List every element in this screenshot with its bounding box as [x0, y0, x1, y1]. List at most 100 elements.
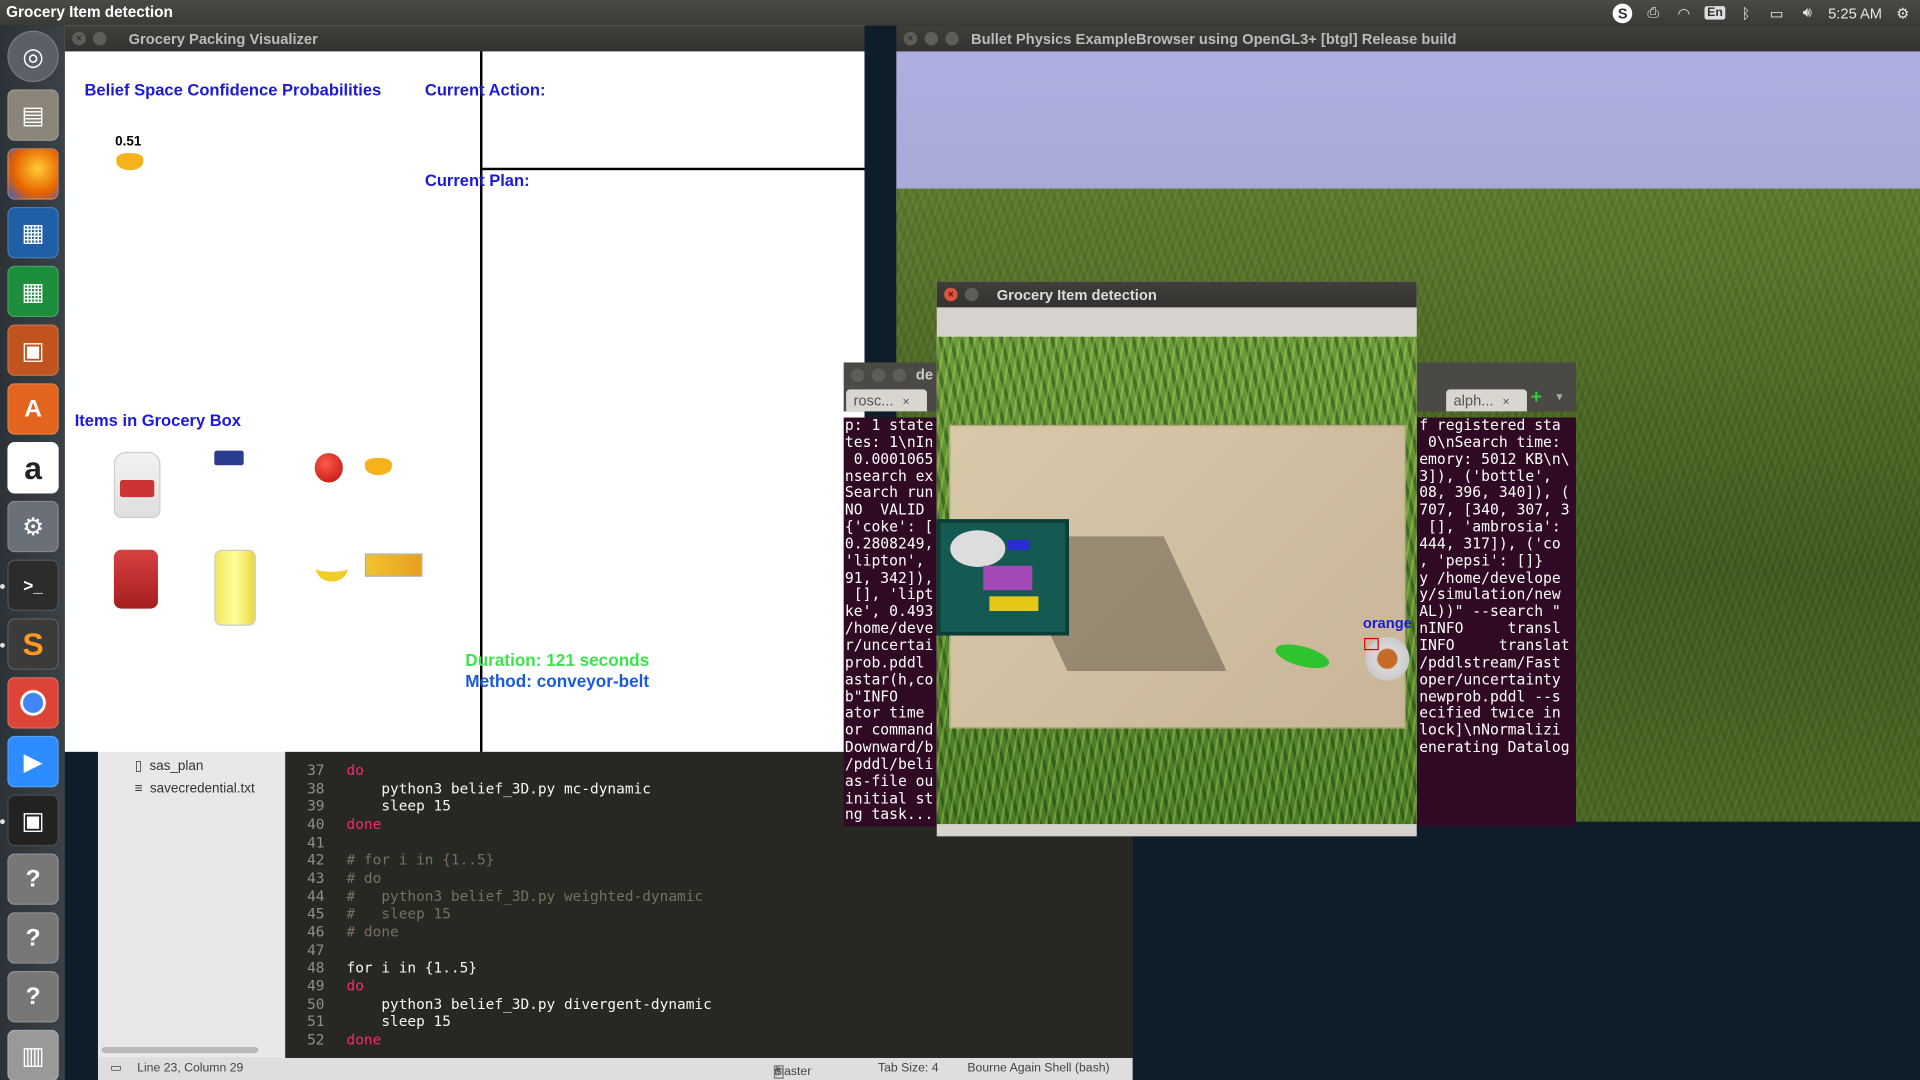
close-icon[interactable]: × — [902, 396, 909, 409]
bluetooth-icon[interactable]: ᛒ — [1736, 4, 1756, 21]
terminal-line: 0\nSearch time: — [1419, 433, 1561, 451]
chrome-icon[interactable] — [7, 677, 59, 729]
syntax-mode[interactable]: Bourne Again Shell (bash) — [967, 1062, 1109, 1075]
amazon-icon[interactable]: a — [7, 442, 59, 494]
file-sidebar: ▯ sas_plan ≡ savecredential.txt — [97, 749, 286, 1058]
close-button[interactable]: × — [903, 31, 918, 46]
close-button[interactable]: × — [72, 31, 86, 46]
zoom-icon[interactable]: ▶ — [7, 735, 59, 788]
terminal-line: {'coke': [ — [844, 518, 934, 536]
terminal-line: enerating Datalog — [1419, 738, 1570, 756]
camera-view: orange — [936, 336, 1417, 825]
terminal-line: INFO translat — [1419, 636, 1570, 654]
wifi-icon[interactable]: ◠ — [1674, 4, 1694, 21]
file-item[interactable]: ≡ savecredential.txt — [135, 781, 255, 796]
new-tab-icon[interactable]: + — [1531, 387, 1542, 409]
keyboard-layout-indicator[interactable]: En — [1704, 6, 1726, 20]
terminal-line: astar(h,co — [844, 670, 934, 688]
terminal-line: 444, 317]), ('co — [1419, 534, 1561, 553]
bullet-window-titlebar[interactable]: × Bullet Physics ExampleBrowser using Op… — [896, 25, 1920, 52]
terminal-line: oper/uncertainty — [1419, 670, 1561, 688]
calc-icon[interactable]: ▦ — [7, 265, 59, 318]
terminal-line: [], 'lipt — [844, 585, 934, 603]
minimize-button[interactable] — [93, 31, 107, 46]
terminal-line: as-file ou — [844, 772, 934, 790]
ubuntu-dash-icon[interactable]: ◎ — [7, 30, 59, 83]
terminal-line: /pddl/beli — [844, 755, 934, 773]
terminal-tab[interactable]: rosc... × — [846, 389, 927, 412]
skype-icon[interactable]: S — [1612, 3, 1633, 23]
unknown-app-icon[interactable]: ? — [7, 853, 59, 905]
volume-icon[interactable]: 🔊︎ — [1798, 4, 1818, 22]
snack-bar-icon — [214, 450, 244, 466]
orange-slice-icon — [116, 153, 144, 171]
terminal-line: y/simulation/new — [1419, 585, 1561, 603]
sublime-text-icon[interactable]: S — [7, 618, 59, 670]
window-title: Grocery Packing Visualizer — [128, 30, 318, 48]
terminal-line: y /home/develope — [1419, 568, 1561, 587]
launcher: ◎ ▤ ▦ ▦ ▣ A a ⚙ >_ S ▶ ▣ ? ? ? ▥ — [0, 25, 65, 1080]
terminal-line: 0.2808249, — [844, 534, 934, 553]
close-icon[interactable]: × — [1503, 396, 1510, 409]
unknown-app-icon[interactable]: ? — [7, 912, 59, 964]
box-title: Items in Grocery Box — [74, 411, 241, 430]
maximize-button[interactable] — [892, 367, 907, 382]
detection-window: × Grocery Item detection orange — [936, 281, 1417, 837]
impress-icon[interactable]: ▣ — [7, 324, 59, 376]
trash-icon[interactable]: ▥ — [7, 1029, 59, 1080]
terminal-line: Search run — [844, 484, 934, 502]
terminal-line: 3]), ('bottle', — [1419, 467, 1552, 485]
settings-icon[interactable]: ⚙ — [7, 500, 59, 553]
writer-icon[interactable]: ▦ — [7, 206, 59, 259]
file-item[interactable]: ▯ sas_plan — [135, 758, 204, 774]
cursor-position[interactable]: Line 23, Column 29 — [137, 1062, 243, 1075]
chevron-down-icon[interactable]: ▾ — [1556, 391, 1562, 404]
minimize-button[interactable] — [924, 31, 938, 46]
terminal-line: tes: 1\nIn — [844, 433, 934, 451]
detection-titlebar[interactable]: × Grocery Item detection — [936, 281, 1417, 308]
file-icon: ≡ — [134, 781, 143, 796]
software-center-icon[interactable]: A — [7, 383, 59, 435]
terminal-line: nINFO transl — [1419, 619, 1561, 637]
plan-title: Current Plan: — [424, 171, 530, 190]
terminal-line: f registered sta — [1419, 417, 1561, 434]
screen-capture-icon[interactable]: ▣ — [7, 794, 59, 847]
printer-icon[interactable]: ⎙ — [1644, 4, 1664, 22]
window-title: Grocery Item detection — [996, 285, 1157, 304]
banana-icon — [315, 555, 348, 582]
method-text: Method: conveyor-belt — [465, 671, 650, 691]
divider — [480, 167, 865, 171]
terminal-output-right[interactable]: f registered sta 0\nSearch time: emory: 5… — [1416, 417, 1576, 827]
terminal-output-left[interactable]: p: 1 state tes: 1\nIn 0.0001065 nsearch ex… — [843, 417, 937, 827]
maximize-button[interactable] — [945, 31, 959, 46]
unknown-app-icon[interactable]: ? — [7, 971, 59, 1023]
close-button[interactable] — [851, 367, 865, 382]
terminal-line: , 'pepsi': []} — [1419, 551, 1544, 570]
action-title: Current Action: — [424, 80, 546, 100]
files-icon[interactable]: ▤ — [7, 89, 59, 141]
visualizer-window: × Grocery Packing Visualizer Belief Spac… — [64, 25, 865, 752]
terminal-tab[interactable]: alph... × — [1446, 389, 1527, 412]
close-button[interactable]: × — [944, 287, 958, 302]
running-indicator — [0, 584, 5, 589]
clock[interactable]: 5:25 AM — [1828, 4, 1882, 21]
status-bar: ▭ Line 23, Column 29 ᚠ master 5 Tab Size… — [97, 1057, 1133, 1080]
minimize-button[interactable] — [871, 367, 886, 382]
terminal-line: prob.pddl — [844, 653, 925, 671]
firefox-icon[interactable] — [7, 148, 59, 200]
terminal-line: newprob.pddl --s — [1419, 687, 1561, 705]
terminal-line: [], 'ambrosia': — [1419, 518, 1561, 536]
sidebar-scrollbar[interactable] — [101, 1046, 259, 1054]
terminal-icon[interactable]: >_ — [7, 559, 59, 612]
visualizer-titlebar[interactable]: × Grocery Packing Visualizer — [64, 25, 865, 52]
detergent-bottle-icon — [113, 549, 158, 609]
terminal-line: 0.0001065 — [844, 450, 934, 468]
panel-toggle-icon[interactable]: ▭ — [110, 1062, 122, 1075]
tab-size[interactable]: Tab Size: 4 — [878, 1062, 939, 1075]
minimize-button[interactable] — [964, 287, 979, 302]
screen: Grocery Item detection S ⎙ ◠ En ᛒ ▭ 🔊︎ 5… — [0, 0, 1920, 1080]
terminal-line: b"INFO — [844, 687, 907, 705]
terminal-line: emory: 5012 KB\n\ — [1419, 450, 1570, 468]
battery-icon[interactable]: ▭ — [1767, 4, 1787, 21]
gear-icon[interactable]: ⚙ — [1893, 4, 1913, 21]
